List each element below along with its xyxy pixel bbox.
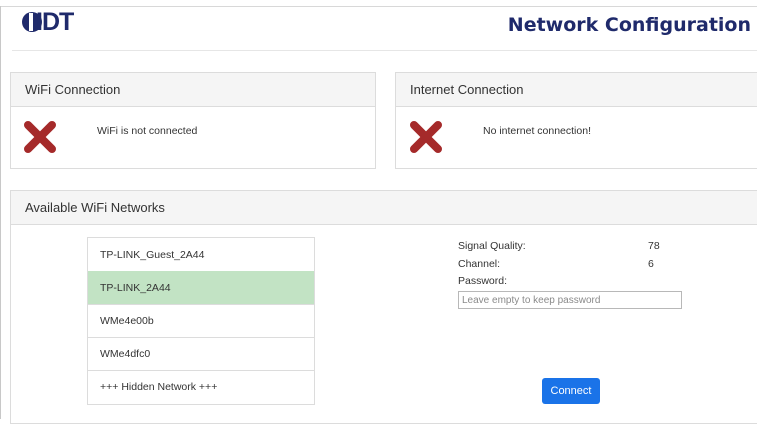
network-list-item[interactable]: TP-LINK_Guest_2A44 bbox=[88, 238, 314, 272]
wifi-status-x-icon bbox=[24, 121, 56, 153]
wifi-connection-title: WiFi Connection bbox=[25, 82, 121, 97]
top-border bbox=[0, 6, 757, 7]
page-title: Network Configuration bbox=[507, 14, 751, 36]
internet-status-text: No internet connection! bbox=[483, 125, 591, 137]
logo-text: IDT bbox=[36, 8, 74, 36]
signal-quality-value: 78 bbox=[648, 240, 660, 252]
internet-status-x-icon bbox=[410, 121, 442, 153]
channel-value: 6 bbox=[648, 258, 654, 270]
network-list-item[interactable]: +++ Hidden Network +++ bbox=[88, 370, 314, 403]
wifi-status-text: WiFi is not connected bbox=[97, 125, 198, 137]
internet-connection-title: Internet Connection bbox=[410, 82, 524, 97]
app-window: IDT Network Configuration WiFi Connectio… bbox=[0, 0, 757, 424]
signal-quality-label: Signal Quality: bbox=[458, 240, 526, 252]
network-ssid: WMe4dfc0 bbox=[100, 348, 151, 360]
network-ssid: WMe4e00b bbox=[100, 315, 154, 327]
network-ssid: +++ Hidden Network +++ bbox=[100, 381, 218, 393]
internet-connection-header: Internet Connection bbox=[396, 73, 757, 107]
network-list: TP-LINK_Guest_2A44 TP-LINK_2A44 WMe4e00b… bbox=[87, 237, 315, 405]
password-label: Password: bbox=[458, 275, 508, 287]
wifi-connection-header: WiFi Connection bbox=[11, 73, 375, 107]
header-divider bbox=[12, 50, 757, 51]
network-list-item-selected[interactable]: TP-LINK_2A44 bbox=[88, 271, 314, 305]
channel-label: Channel: bbox=[458, 258, 501, 270]
network-ssid: TP-LINK_2A44 bbox=[100, 282, 171, 294]
available-networks-title: Available WiFi Networks bbox=[25, 200, 165, 215]
internet-connection-panel: Internet Connection No internet connecti… bbox=[395, 72, 757, 169]
network-ssid: TP-LINK_Guest_2A44 bbox=[100, 249, 205, 261]
connect-button[interactable]: Connect bbox=[542, 378, 600, 404]
wifi-connection-panel: WiFi Connection WiFi is not connected bbox=[10, 72, 376, 169]
network-list-item[interactable]: WMe4e00b bbox=[88, 304, 314, 338]
password-input[interactable] bbox=[458, 291, 682, 309]
network-list-item[interactable]: WMe4dfc0 bbox=[88, 337, 314, 371]
left-border bbox=[0, 6, 1, 419]
available-networks-header: Available WiFi Networks bbox=[11, 191, 757, 225]
